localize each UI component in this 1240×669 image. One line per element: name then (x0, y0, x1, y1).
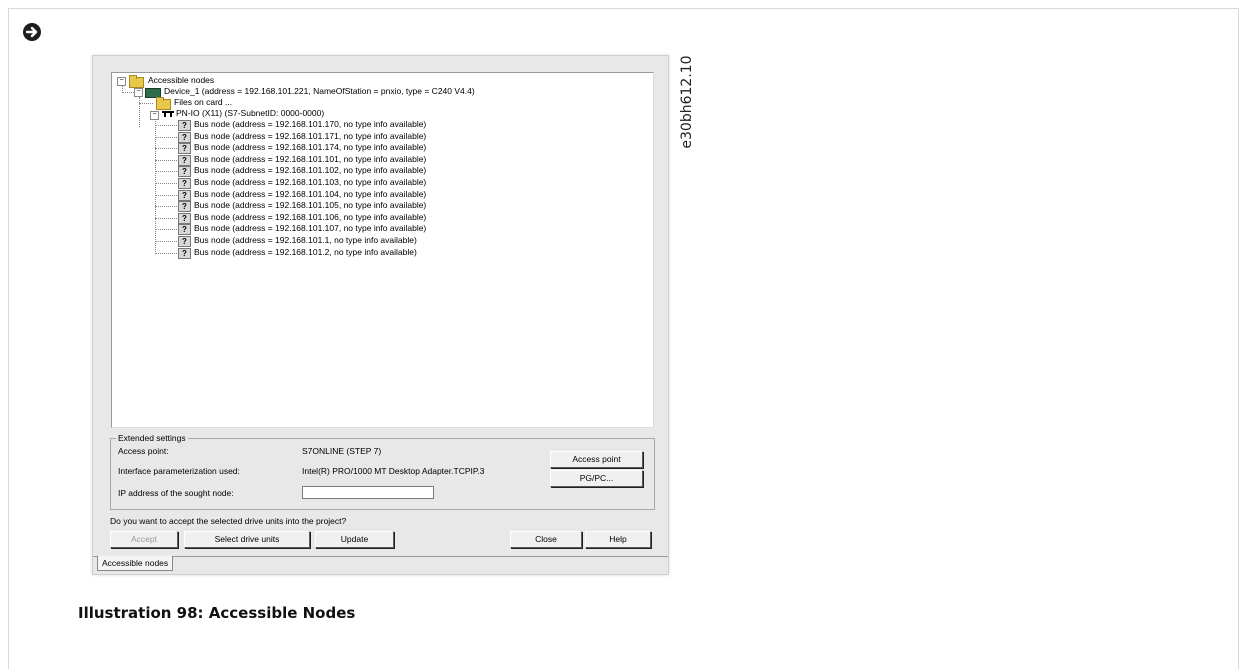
tab-accessible-nodes[interactable]: Accessible nodes (97, 556, 174, 571)
unknown-node-icon: ? (178, 189, 191, 201)
tree-bus-node[interactable]: Bus node (address = 192.168.101.170, no … (194, 119, 426, 130)
tree-bus-node[interactable]: Bus node (address = 192.168.101.105, no … (194, 200, 426, 211)
accept-button[interactable]: Accept (110, 531, 178, 548)
accept-question: Do you want to accept the selected drive… (110, 516, 347, 526)
help-button[interactable]: Help (585, 531, 651, 548)
tree-bus-node[interactable]: Bus node (address = 192.168.101.106, no … (194, 212, 426, 223)
unknown-node-icon: ? (178, 236, 191, 247)
tree-bus-node[interactable]: Bus node (address = 192.168.101.107, no … (194, 223, 426, 234)
unknown-node-icon: ? (178, 143, 191, 155)
figure-caption: Illustration 98: Accessible Nodes (78, 604, 356, 622)
unknown-node-icon: ? (178, 154, 191, 166)
tab-strip: Accessible nodes (93, 556, 668, 575)
tree-bus-node[interactable]: Bus node (address = 192.168.101.2, no ty… (194, 247, 417, 258)
tree-root[interactable]: Accessible nodes (148, 75, 214, 86)
update-button[interactable]: Update (315, 531, 394, 548)
extended-settings-group: Extended settings Access point: S7ONLINE… (110, 433, 655, 510)
tree-bus-node[interactable]: Bus node (address = 192.168.101.101, no … (194, 154, 426, 165)
ip-address-input[interactable] (302, 486, 434, 499)
unknown-node-icon: ? (178, 178, 191, 189)
tree-files[interactable]: Files on card ... (174, 97, 232, 108)
folder-icon (156, 97, 171, 110)
tree-bus-node[interactable]: Bus node (address = 192.168.101.103, no … (194, 177, 426, 188)
tree-pnio[interactable]: PN-IO (X11) (S7-SubnetID: 0000-0000) (176, 108, 324, 119)
unknown-node-icon: ? (178, 224, 191, 236)
image-reference-label: e30bh612.10 (679, 55, 695, 149)
access-point-label: Access point: (118, 446, 169, 456)
network-icon (162, 111, 174, 117)
select-drive-units-button[interactable]: Select drive units (184, 531, 310, 548)
folder-icon (129, 75, 144, 88)
extended-settings-title: Extended settings (116, 433, 188, 443)
arrow-right-circle-icon (23, 23, 41, 41)
collapse-icon[interactable]: − (134, 88, 143, 97)
close-button[interactable]: Close (510, 531, 582, 548)
unknown-node-icon: ? (178, 166, 191, 178)
tree-bus-node[interactable]: Bus node (address = 192.168.101.174, no … (194, 142, 426, 153)
tree-device[interactable]: Device_1 (address = 192.168.101.221, Nam… (164, 86, 475, 97)
tree-bus-node[interactable]: Bus node (address = 192.168.101.171, no … (194, 131, 426, 142)
unknown-node-icon: ? (178, 212, 191, 224)
unknown-node-icon: ? (178, 131, 191, 143)
interface-label: Interface parameterization used: (118, 466, 240, 476)
unknown-node-icon: ? (178, 247, 191, 259)
accessible-nodes-dialog: − Accessible nodes − Device_1 (address =… (92, 55, 669, 575)
tree-bus-node[interactable]: Bus node (address = 192.168.101.1, no ty… (194, 235, 417, 246)
pg-pc-button[interactable]: PG/PC... (550, 470, 643, 487)
ip-address-label: IP address of the sought node: (118, 488, 234, 498)
unknown-node-icon: ? (178, 201, 191, 213)
tree-bus-node[interactable]: Bus node (address = 192.168.101.104, no … (194, 189, 426, 200)
node-tree[interactable]: − Accessible nodes − Device_1 (address =… (111, 72, 654, 428)
access-point-button[interactable]: Access point (550, 451, 643, 468)
interface-value: Intel(R) PRO/1000 MT Desktop Adapter.TCP… (302, 466, 485, 476)
access-point-value: S7ONLINE (STEP 7) (302, 446, 382, 456)
tree-bus-node[interactable]: Bus node (address = 192.168.101.102, no … (194, 165, 426, 176)
unknown-node-icon: ? (178, 120, 191, 131)
